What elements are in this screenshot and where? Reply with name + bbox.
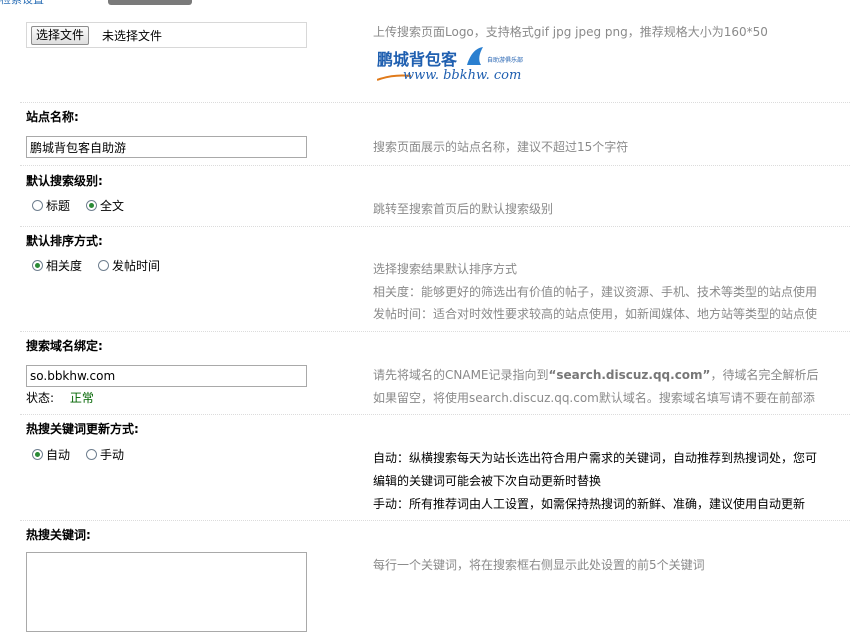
radio-post-time[interactable]	[98, 260, 110, 271]
page-title-fragment: 检索设置	[0, 0, 60, 6]
default-level-tip: 跳转至搜索首页后的默认搜索级别	[373, 202, 554, 216]
default-sort-tip-2: 相关度：能够更好的筛选出有价值的帖子，建议资源、手机、技术等类型的站点使用	[373, 285, 818, 299]
domain-status-label: 状态:	[26, 391, 55, 405]
row-separator	[20, 331, 850, 332]
radio-fulltext[interactable]	[86, 200, 98, 211]
radio-relevance-label[interactable]: 相关度	[46, 257, 82, 274]
default-level-label: 默认搜索级别:	[26, 174, 103, 188]
radio-auto[interactable]	[32, 449, 43, 460]
domain-input[interactable]	[26, 365, 307, 387]
domain-tip-prefix: 请先将域名的CNAME记录指向到	[373, 368, 549, 382]
radio-title-label[interactable]: 标题	[46, 197, 70, 214]
domain-bind-label: 搜索域名绑定:	[26, 339, 103, 353]
domain-tip-domain: “search.discuz.qq.com”	[548, 368, 711, 382]
logo-cn-text: 鹏城背包客	[377, 50, 458, 69]
radio-relevance[interactable]	[32, 260, 43, 271]
site-name-tip: 搜索页面展示的站点名称，建议不超过15个字符	[373, 140, 629, 154]
logo-sail-icon	[467, 47, 483, 65]
radio-manual[interactable]	[86, 449, 98, 460]
hot-update-label: 热搜关键词更新方式:	[26, 422, 139, 436]
domain-tip-2: 如果留空，将使用search.discuz.qq.com默认域名。搜索域名填写请…	[373, 391, 815, 405]
radio-title[interactable]	[32, 200, 43, 211]
radio-fulltext-label[interactable]: 全文	[100, 197, 124, 214]
default-sort-label: 默认排序方式:	[26, 234, 103, 248]
row-separator	[20, 102, 850, 103]
logo-url-text: www. bbkhw. com	[403, 68, 522, 83]
radio-auto-label[interactable]: 自动	[46, 446, 70, 463]
hot-keywords-label: 热搜关键词:	[26, 528, 91, 542]
logo-tag-text: 自助游俱乐部	[487, 57, 524, 64]
radio-post-time-label[interactable]: 发帖时间	[112, 257, 160, 274]
row-separator	[20, 414, 850, 415]
default-sort-radio-group: 相关度 发帖时间	[32, 257, 176, 274]
domain-tip-suffix: ，待域名完全解析后	[710, 368, 819, 382]
site-name-input[interactable]	[26, 136, 307, 158]
row-separator	[20, 165, 850, 166]
default-level-radio-group: 标题 全文	[32, 197, 140, 214]
row-separator	[20, 520, 850, 521]
default-sort-tip-3: 发帖时间：适合对时效性要求较高的站点使用，如新闻媒体、地方站等类型的站点使	[373, 307, 818, 321]
domain-status-value: 正常	[69, 391, 94, 405]
site-logo-image: 鹏城背包客 自助游俱乐部 www. bbkhw. com	[377, 46, 552, 88]
radio-manual-label[interactable]: 手动	[100, 446, 124, 463]
hot-update-tip-1: 自动：纵横搜索每天为站长选出符合用户需求的关键词，自动推荐到热搜词处，您可	[373, 451, 818, 465]
hot-keywords-textarea[interactable]	[26, 552, 307, 632]
default-sort-tip-1: 选择搜索结果默认排序方式	[373, 262, 518, 276]
logo-tip: 上传搜索页面Logo，支持格式gif jpg jpeg png，推荐规格大小为1…	[373, 25, 768, 39]
top-tab-fragment[interactable]	[108, 0, 192, 5]
choose-file-button[interactable]: 选择文件	[31, 26, 90, 45]
logo-file-input[interactable]: 选择文件 未选择文件	[26, 22, 307, 48]
domain-status: 状态: 正常	[26, 389, 94, 406]
hot-keywords-tip: 每行一个关键词，将在搜索框右侧显示此处设置的前5个关键词	[373, 558, 705, 572]
hot-update-tip-2: 编辑的关键词可能会被下次自动更新时替换	[373, 474, 602, 488]
row-separator	[20, 226, 850, 227]
site-name-label: 站点名称:	[26, 110, 79, 124]
hot-update-radio-group: 自动 手动	[32, 446, 140, 463]
hot-update-tip-3: 手动：所有推荐词由人工设置，如需保持热搜词的新鲜、准确，建议使用自动更新	[373, 497, 806, 511]
file-status-text: 未选择文件	[102, 29, 163, 43]
domain-tip-1: 请先将域名的CNAME记录指向到“search.discuz.qq.com”，待…	[373, 366, 850, 383]
